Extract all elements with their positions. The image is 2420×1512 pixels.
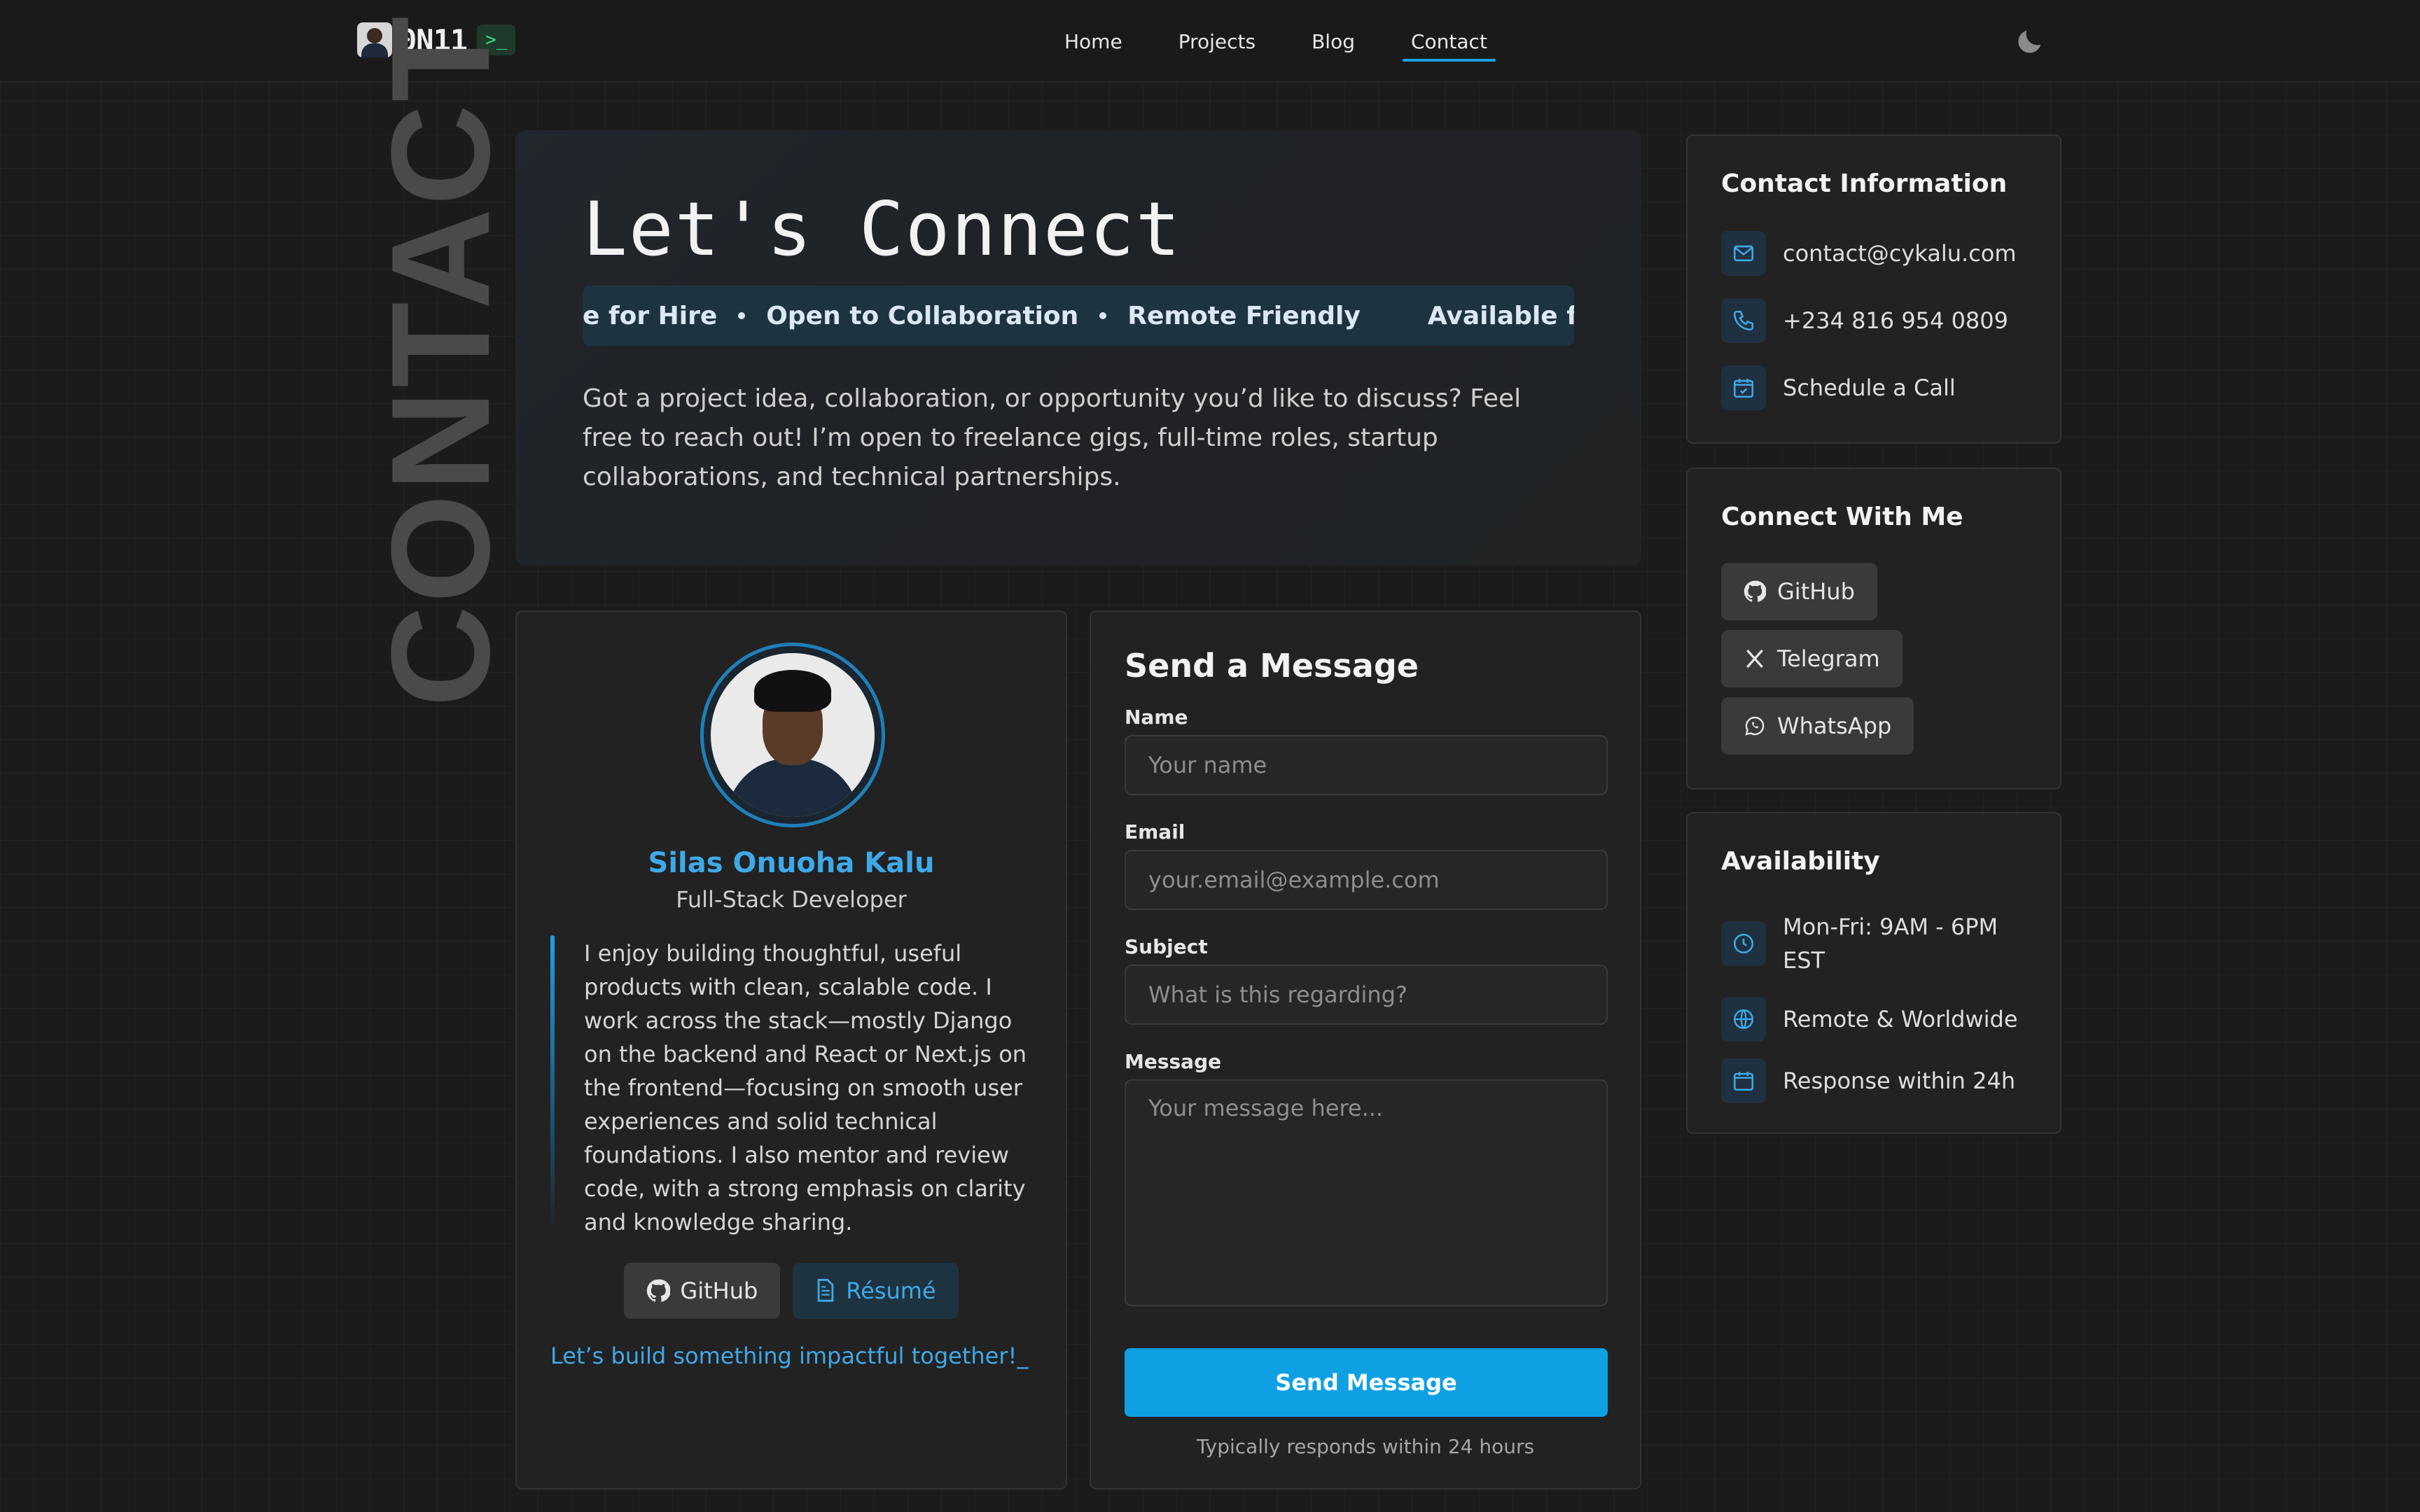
form-title: Send a Message	[1125, 647, 1419, 685]
phone-icon	[1721, 298, 1766, 343]
ticker-item: Open to Collaboration	[766, 301, 1079, 330]
phone-link[interactable]: +234 816 954 0809	[1721, 298, 2008, 343]
github-icon	[1744, 580, 1766, 602]
globe-icon	[1721, 997, 1766, 1042]
availability-card: Availability Mon-Fri: 9AM - 6PM EST Remo…	[1686, 812, 2061, 1134]
github-button-label: GitHub	[680, 1278, 758, 1304]
moon-icon[interactable]	[2014, 25, 2046, 57]
github-button[interactable]: GitHub	[624, 1263, 781, 1319]
page-title: Let's Connect	[583, 186, 1182, 272]
subject-field[interactable]	[1125, 965, 1608, 1025]
response-text: Response within 24h	[1783, 1068, 2016, 1094]
tagline: Let’s build something impactful together…	[550, 1343, 1029, 1369]
github-link[interactable]: GitHub	[1721, 563, 1877, 620]
email-label: Email	[1125, 820, 1185, 844]
name-field[interactable]	[1125, 735, 1608, 795]
whatsapp-icon	[1745, 716, 1765, 736]
hero-description: Got a project idea, collaboration, or op…	[583, 384, 1522, 491]
contact-info-title: Contact Information	[1721, 169, 2008, 198]
email-link[interactable]: contact@cykalu.com	[1721, 231, 2017, 276]
telegram-link-label: Telegram	[1777, 645, 1880, 672]
phone-text: +234 816 954 0809	[1783, 307, 2008, 334]
telegram-link[interactable]: Telegram	[1721, 630, 1903, 687]
hours-text: Mon-Fri: 9AM - 6PM EST	[1783, 913, 1998, 974]
status-ticker: e for Hire Open to Collaboration Remote …	[583, 286, 1574, 346]
message-form-card: Send a Message Name Email Subject Messag…	[1090, 610, 1641, 1490]
connect-card: Connect With Me GitHub Telegram WhatsApp	[1686, 468, 2061, 790]
avatar	[700, 643, 885, 827]
bio-accent-bar	[550, 935, 555, 1229]
document-icon	[817, 1279, 834, 1302]
availability-title: Availability	[1721, 847, 1880, 876]
subject-label: Subject	[1125, 935, 1208, 958]
profile-bio: I enjoy building thoughtful, useful prod…	[584, 940, 1027, 1236]
side-label: CONTACT	[363, 13, 519, 707]
profile-buttons: GitHub Résumé	[517, 1263, 1066, 1319]
response-row: Response within 24h	[1721, 1058, 2015, 1103]
ticker-item: e for Hire	[583, 301, 718, 330]
message-label: Message	[1125, 1050, 1222, 1073]
whatsapp-link-label: WhatsApp	[1777, 713, 1892, 739]
mail-icon	[1721, 231, 1766, 276]
nav-link-home[interactable]: Home	[1036, 0, 1150, 83]
schedule-text: Schedule a Call	[1783, 374, 1956, 401]
profile-role: Full-Stack Developer	[676, 886, 907, 913]
ticker-dot	[1099, 312, 1107, 319]
send-message-button[interactable]: Send Message	[1125, 1348, 1608, 1417]
clock-icon	[1721, 921, 1766, 966]
resume-button[interactable]: Résumé	[793, 1263, 959, 1319]
name-label: Name	[1125, 706, 1188, 729]
whatsapp-link[interactable]: WhatsApp	[1721, 697, 1914, 755]
email-field[interactable]	[1125, 850, 1608, 910]
profile-card: Silas Onuoha Kalu Full-Stack Developer I…	[515, 610, 1067, 1490]
github-icon	[647, 1279, 671, 1302]
connect-title: Connect With Me	[1721, 503, 1963, 531]
location-text: Remote & Worldwide	[1783, 1006, 2018, 1032]
nav-link-projects[interactable]: Projects	[1150, 0, 1284, 83]
location-row: Remote & Worldwide	[1721, 997, 2018, 1042]
hero-card: Let's Connect e for Hire Open to Collabo…	[515, 130, 1641, 566]
resume-button-label: Résumé	[846, 1278, 936, 1304]
message-field[interactable]	[1125, 1079, 1608, 1306]
response-note: Typically responds within 24 hours	[1196, 1435, 1535, 1458]
x-icon	[1746, 649, 1763, 668]
github-link-label: GitHub	[1777, 578, 1855, 605]
nav-link-blog[interactable]: Blog	[1284, 0, 1383, 83]
ticker-dot	[738, 312, 746, 319]
calendar-check-icon	[1721, 365, 1766, 410]
ticker-item: Available for Hire	[1427, 301, 1574, 330]
contact-info-card: Contact Information contact@cykalu.com +…	[1686, 134, 2061, 444]
hours-row: Mon-Fri: 9AM - 6PM EST	[1721, 910, 2029, 977]
nav-link-contact[interactable]: Contact	[1383, 0, 1515, 83]
profile-name: Silas Onuoha Kalu	[648, 847, 935, 879]
nav-links: Home Projects Blog Contact	[1036, 0, 1515, 83]
calendar-icon	[1721, 1058, 1766, 1103]
ticker-item: Remote Friendly	[1127, 301, 1361, 330]
email-text: contact@cykalu.com	[1783, 240, 2017, 267]
schedule-call-link[interactable]: Schedule a Call	[1721, 365, 1956, 410]
